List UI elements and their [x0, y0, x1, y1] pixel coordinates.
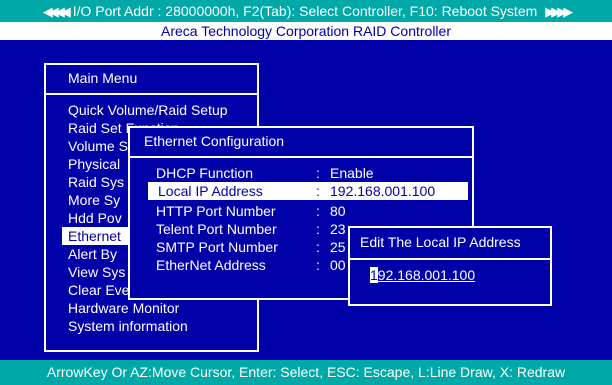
local-ip-row[interactable]: Local IP Address : 192.168.001.100	[148, 182, 468, 200]
ethernet-address-value: 00	[330, 257, 346, 273]
menu-item-more-system-functions[interactable]: More Sy	[68, 191, 120, 209]
menu-item-quick-volume-raid-setup[interactable]: Quick Volume/Raid Setup	[68, 101, 228, 119]
http-port-value: 80	[330, 203, 346, 219]
edit-ip-title: Edit The Local IP Address	[350, 228, 550, 260]
status-text: I/O Port Addr : 28000000h, F2(Tab): Sele…	[72, 3, 538, 19]
local-ip-value: 192.168.001.100	[330, 183, 436, 199]
menu-item-volume-set-function[interactable]: Volume S	[68, 137, 128, 155]
top-status-bar: ◀◀◀◀ I/O Port Addr : 28000000h, F2(Tab): …	[0, 0, 612, 22]
edit-ip-dialog: Edit The Local IP Address 192.168.001.10…	[348, 226, 552, 306]
http-port-row[interactable]: HTTP Port Number : 80	[156, 202, 456, 220]
text-cursor: 1	[370, 267, 378, 283]
menu-item-hdd-power-management[interactable]: Hdd Pov	[68, 209, 122, 227]
controller-title: Areca Technology Corporation RAID Contro…	[0, 22, 612, 40]
ethernet-config-title: Ethernet Configuration	[130, 128, 472, 158]
scroll-right-icon: ▶▶▶▶	[545, 4, 573, 19]
ip-address-value: 92.168.001.100	[377, 267, 476, 283]
main-menu-title: Main Menu	[46, 65, 257, 95]
scroll-left-icon: ◀◀◀◀	[42, 4, 71, 19]
menu-item-hardware-monitor[interactable]: Hardware Monitor	[68, 299, 179, 317]
menu-item-system-information[interactable]: System information	[68, 317, 188, 335]
dhcp-value: Enable	[330, 165, 374, 181]
menu-item-raid-system-function[interactable]: Raid Sys	[68, 173, 124, 191]
dhcp-function-row[interactable]: DHCP Function : Enable	[156, 164, 456, 182]
ip-address-input[interactable]: 192.168.001.100	[370, 266, 475, 284]
key-help-bar: ArrowKey Or AZ:Move Cursor, Enter: Selec…	[0, 360, 612, 385]
menu-item-physical-drives[interactable]: Physical	[68, 155, 120, 173]
telnet-port-value: 23	[330, 221, 346, 237]
smtp-port-value: 25	[330, 239, 346, 255]
menu-item-view-system-events[interactable]: View Sys	[68, 263, 125, 281]
menu-item-alert-by-mail[interactable]: Alert By	[68, 245, 117, 263]
